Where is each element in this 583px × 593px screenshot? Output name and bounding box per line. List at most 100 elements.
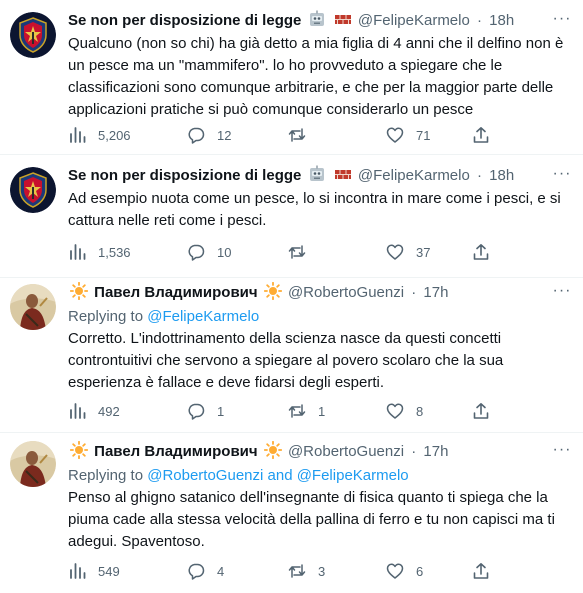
avatar[interactable] xyxy=(10,441,56,487)
sun-emoji-icon xyxy=(263,282,282,300)
tweet-header: Se non per disposizione di legge @Felipe… xyxy=(68,10,573,32)
tweet-text: Qualcuno (non so chi) ha già detto a mia… xyxy=(68,35,564,118)
views-count: 5,206 xyxy=(98,127,131,143)
views-button[interactable]: 5,206 xyxy=(68,124,131,146)
share-button[interactable] xyxy=(472,124,490,146)
more-options-button[interactable]: ··· xyxy=(551,165,573,187)
display-name[interactable]: Se non per disposizione di legge xyxy=(68,167,301,184)
timestamp[interactable]: 18h xyxy=(489,12,514,29)
display-name[interactable]: Se non per disposizione di legge xyxy=(68,12,301,29)
more-options-button[interactable]: ··· xyxy=(551,441,573,463)
ellipsis-icon: ··· xyxy=(552,10,572,27)
replying-to-label: Replying to xyxy=(68,467,144,484)
tweet-header: Павел Владимирович @RobertoGuenzi · 17h xyxy=(68,282,573,304)
retweet-arrows-icon xyxy=(288,564,306,578)
display-name[interactable]: Павел Владимирович xyxy=(94,284,257,301)
brick-emoji-icon xyxy=(334,15,351,24)
like-button[interactable]: 8 xyxy=(386,400,423,422)
share-button[interactable] xyxy=(472,400,490,422)
tweet-text: Ad esempio nuota come un pesce, lo si in… xyxy=(68,190,561,229)
bar-chart-icon xyxy=(70,563,86,579)
heart-icon xyxy=(386,403,404,419)
like-count: 37 xyxy=(416,244,431,260)
tweet-actions: 549 4 3 6 xyxy=(68,560,571,582)
user-handle[interactable]: @FelipeKarmelo xyxy=(358,12,470,29)
more-options-button[interactable]: ··· xyxy=(551,10,573,32)
painting-portrait-avatar-icon xyxy=(10,441,56,487)
like-count: 8 xyxy=(416,403,424,419)
share-arrow-icon xyxy=(473,563,489,579)
share-arrow-icon xyxy=(473,403,489,419)
reply-button[interactable]: 1 xyxy=(187,400,224,422)
timestamp[interactable]: 17h xyxy=(423,443,448,460)
tweet-feed: Se non per disposizione di legge @Felipe… xyxy=(0,0,583,593)
share-arrow-icon xyxy=(473,127,489,143)
ellipsis-icon: ··· xyxy=(552,441,572,458)
views-button[interactable]: 549 xyxy=(68,560,120,582)
views-button[interactable]: 492 xyxy=(68,400,120,422)
tweet-header: Se non per disposizione di legge @Felipe… xyxy=(68,165,573,187)
speech-bubble-icon xyxy=(188,127,205,144)
tweet-actions: 492 1 1 8 xyxy=(68,400,571,422)
user-handle[interactable]: @RobertoGuenzi xyxy=(288,443,404,460)
heart-icon xyxy=(386,244,404,260)
sun-emoji-icon xyxy=(263,441,282,459)
avatar[interactable] xyxy=(10,12,56,58)
brick-emoji-icon xyxy=(334,170,351,179)
reply-count: 12 xyxy=(217,127,232,143)
avatar[interactable] xyxy=(10,284,56,330)
heart-icon xyxy=(386,563,404,579)
speech-bubble-icon xyxy=(188,244,205,261)
share-button[interactable] xyxy=(472,560,490,582)
tweet-header: Павел Владимирович @RobertoGuenzi · 17h xyxy=(68,441,573,463)
like-count: 6 xyxy=(416,563,424,579)
reply-count: 1 xyxy=(217,403,225,419)
reply-button[interactable]: 12 xyxy=(187,124,231,146)
ellipsis-icon: ··· xyxy=(552,282,572,299)
heart-icon xyxy=(386,127,404,143)
timestamp[interactable]: 17h xyxy=(423,284,448,301)
replying-to-link[interactable]: @FelipeKarmelo xyxy=(147,308,259,325)
retweet-arrows-icon xyxy=(288,245,306,259)
separator-dot: · xyxy=(411,443,417,460)
timestamp[interactable]: 18h xyxy=(489,167,514,184)
user-handle[interactable]: @FelipeKarmelo xyxy=(358,167,470,184)
tweet[interactable]: Павел Владимирович @RobertoGuenzi · 17h … xyxy=(0,433,583,593)
retweet-button[interactable]: 3 xyxy=(288,560,325,582)
shield-emblem-avatar-icon xyxy=(10,167,56,213)
user-handle[interactable]: @RobertoGuenzi xyxy=(288,284,404,301)
sun-emoji-icon xyxy=(70,282,88,300)
speech-bubble-icon xyxy=(188,403,205,420)
views-count: 1,536 xyxy=(98,244,131,260)
separator-dot: · xyxy=(477,12,482,29)
retweet-button[interactable] xyxy=(288,124,318,146)
like-count: 71 xyxy=(416,127,431,143)
tweet[interactable]: Se non per disposizione di legge @Felipe… xyxy=(0,0,583,155)
reply-button[interactable]: 4 xyxy=(187,560,224,582)
retweet-count: 3 xyxy=(318,563,326,579)
tweet-actions: 1,536 10 37 xyxy=(68,241,571,263)
shield-emblem-avatar-icon xyxy=(10,12,56,58)
tweet[interactable]: Se non per disposizione di legge @Felipe… xyxy=(0,155,583,278)
share-arrow-icon xyxy=(473,244,489,260)
tweet[interactable]: Павел Владимирович @RobertoGuenzi · 17h … xyxy=(0,278,583,433)
display-name[interactable]: Павел Владимирович xyxy=(94,443,257,460)
retweet-button[interactable]: 1 xyxy=(288,400,325,422)
replying-to-link[interactable]: @RobertoGuenzi and @FelipeKarmelo xyxy=(147,467,408,484)
replying-to-line: Replying to @RobertoGuenzi and @FelipeKa… xyxy=(68,465,573,487)
views-count: 549 xyxy=(98,563,120,579)
retweet-arrows-icon xyxy=(288,404,306,418)
avatar[interactable] xyxy=(10,167,56,213)
like-button[interactable]: 71 xyxy=(386,124,430,146)
replying-to-line: Replying to @FelipeKarmelo xyxy=(68,306,573,328)
views-button[interactable]: 1,536 xyxy=(68,241,131,263)
like-button[interactable]: 37 xyxy=(386,241,430,263)
share-button[interactable] xyxy=(472,241,490,263)
retweet-button[interactable] xyxy=(288,241,318,263)
retweet-count: 1 xyxy=(318,403,326,419)
more-options-button[interactable]: ··· xyxy=(551,282,573,304)
ellipsis-icon: ··· xyxy=(552,165,572,182)
reply-button[interactable]: 10 xyxy=(187,241,231,263)
like-button[interactable]: 6 xyxy=(386,560,423,582)
separator-dot: · xyxy=(411,284,417,301)
